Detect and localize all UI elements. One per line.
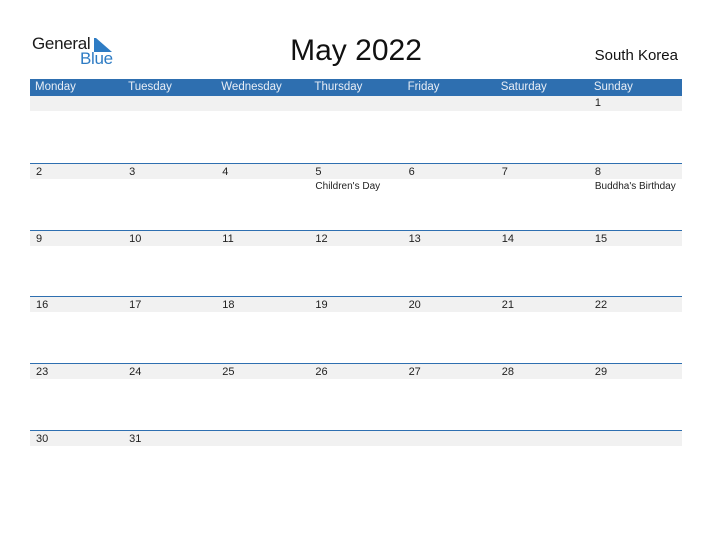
day-cell[interactable]: 24 — [123, 363, 216, 430]
day-cell[interactable]: 27 — [403, 363, 496, 430]
day-cell[interactable]: 22 — [589, 296, 682, 363]
day-number: 18 — [222, 299, 235, 311]
week-cells: 1 — [30, 96, 682, 163]
day-cell[interactable]: 15 — [589, 230, 682, 297]
day-number: 3 — [129, 166, 136, 178]
day-number: 30 — [36, 433, 49, 445]
day-cell[interactable]: 25 — [216, 363, 309, 430]
day-number: 4 — [222, 166, 229, 178]
day-number: 26 — [315, 366, 328, 378]
day-number: 29 — [594, 366, 608, 378]
day-cell[interactable]: 8 Buddha's Birthday — [589, 163, 682, 230]
day-cell[interactable] — [309, 96, 402, 163]
week-cells: 16 17 18 19 20 21 22 — [30, 296, 682, 363]
weekday-header: Monday Tuesday Wednesday Thursday Friday Satu… — [30, 79, 682, 96]
day-cell[interactable]: 28 — [496, 363, 589, 430]
day-cell[interactable] — [403, 96, 496, 163]
day-number: 12 — [315, 233, 328, 245]
week-row: 30 31 — [30, 430, 682, 497]
day-cell[interactable]: 1 — [589, 96, 682, 163]
day-number: 15 — [594, 233, 608, 245]
day-cell[interactable] — [123, 96, 216, 163]
day-number: 5 — [315, 166, 322, 178]
country-label: South Korea — [594, 47, 678, 64]
week-cells: 23 24 25 26 27 28 29 — [30, 363, 682, 430]
weekday-sunday: Sunday — [593, 81, 633, 93]
week-row: 1 — [30, 96, 682, 163]
day-number: 24 — [129, 366, 142, 378]
weekday-tuesday: Tuesday — [128, 81, 172, 93]
weekday-friday: Friday — [407, 81, 440, 93]
day-cell[interactable]: 10 — [123, 230, 216, 297]
day-cell[interactable] — [403, 430, 496, 497]
day-cell[interactable]: 20 — [403, 296, 496, 363]
day-cell[interactable]: 2 — [30, 163, 123, 230]
day-cell[interactable]: 19 — [309, 296, 402, 363]
day-number: 22 — [594, 299, 608, 311]
holiday-label: Children's Day — [315, 181, 381, 192]
day-number: 14 — [501, 233, 514, 245]
weekday-monday: Monday — [35, 81, 76, 93]
day-number: 13 — [408, 233, 421, 245]
day-cell[interactable] — [216, 96, 309, 163]
week-row: 9 10 11 12 13 14 15 — [30, 230, 682, 297]
weekday-saturday: Saturday — [500, 81, 547, 93]
day-number: 21 — [501, 299, 514, 311]
day-number: 6 — [408, 166, 415, 178]
day-cell[interactable]: 31 — [123, 430, 216, 497]
day-cell[interactable]: 30 — [30, 430, 123, 497]
day-cell[interactable]: 21 — [496, 296, 589, 363]
day-cell[interactable]: 6 — [403, 163, 496, 230]
day-cell[interactable] — [30, 96, 123, 163]
day-number: 31 — [129, 433, 142, 445]
weekday-thursday: Thursday — [314, 81, 363, 93]
day-number: 20 — [408, 299, 421, 311]
day-cell[interactable]: 18 — [216, 296, 309, 363]
day-number: 16 — [36, 299, 49, 311]
day-number: 2 — [36, 166, 43, 178]
day-number: 7 — [501, 166, 508, 178]
day-cell[interactable]: 26 — [309, 363, 402, 430]
week-cells: 30 31 — [30, 430, 682, 497]
day-cell[interactable]: 29 — [589, 363, 682, 430]
day-cell[interactable]: 13 — [403, 230, 496, 297]
day-cell[interactable]: 3 — [123, 163, 216, 230]
week-row: 2 3 4 5 Children's Day 6 7 8 Buddha's Birthday — [30, 163, 682, 230]
day-number: 27 — [408, 366, 421, 378]
day-number: 25 — [222, 366, 235, 378]
day-number: 10 — [129, 233, 142, 245]
holiday-label: Buddha's Birthday — [594, 181, 676, 192]
day-number: 17 — [129, 299, 142, 311]
day-cell[interactable]: 16 — [30, 296, 123, 363]
day-number: 28 — [501, 366, 514, 378]
day-cell[interactable] — [496, 96, 589, 163]
day-number: 19 — [315, 299, 328, 311]
day-cell[interactable]: 11 — [216, 230, 309, 297]
day-cell[interactable] — [309, 430, 402, 497]
day-cell[interactable]: 9 — [30, 230, 123, 297]
day-number: 1 — [594, 97, 601, 109]
day-cell[interactable]: 7 — [496, 163, 589, 230]
day-number: 9 — [36, 233, 43, 245]
day-cell[interactable]: 23 — [30, 363, 123, 430]
day-cell[interactable] — [496, 430, 589, 497]
calendar-grid: Monday Tuesday Wednesday Thursday Friday Satu… — [30, 79, 682, 446]
week-cells: 2 3 4 5 Children's Day 6 7 8 Buddha's Birthday — [30, 163, 682, 230]
day-cell[interactable] — [216, 430, 309, 497]
day-cell[interactable]: 17 — [123, 296, 216, 363]
week-row: 23 24 25 26 27 28 29 — [30, 363, 682, 430]
week-cells: 9 10 11 12 13 14 15 — [30, 230, 682, 297]
day-cell[interactable]: 12 — [309, 230, 402, 297]
day-cell[interactable]: 5 Children's Day — [309, 163, 402, 230]
day-number: 8 — [594, 166, 601, 178]
day-cell[interactable]: 4 — [216, 163, 309, 230]
day-cell[interactable] — [589, 430, 682, 497]
week-row: 16 17 18 19 20 21 22 — [30, 296, 682, 363]
day-number: 23 — [36, 366, 49, 378]
day-cell[interactable]: 14 — [496, 230, 589, 297]
weekday-wednesday: Wednesday — [221, 81, 282, 93]
day-number: 11 — [222, 233, 234, 245]
